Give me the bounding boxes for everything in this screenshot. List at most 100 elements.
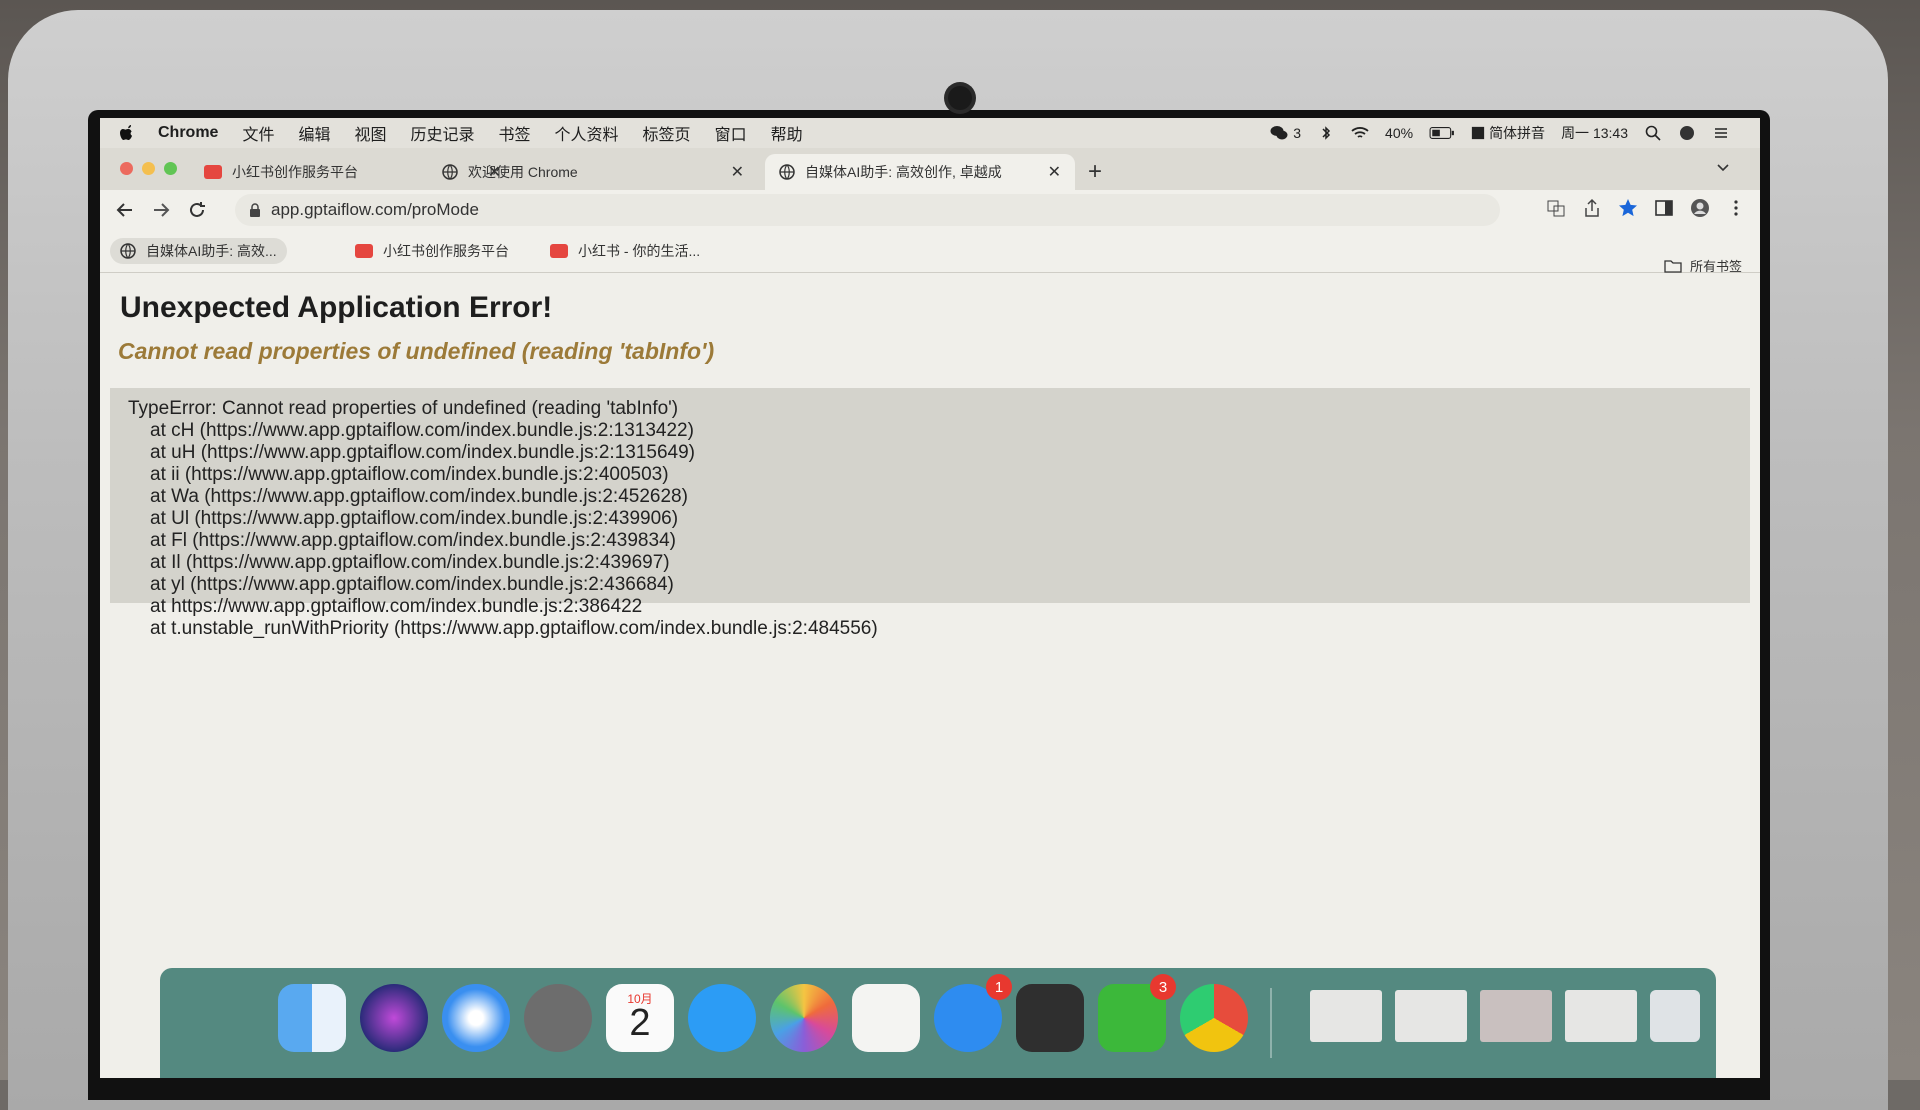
- bookmarks-bar: 自媒体AI助手: 高效... 小红书创作服务平台 小红书 - 你的生活... 所…: [100, 230, 1760, 274]
- stack-frame: at cH (https://www.app.gptaiflow.com/ind…: [150, 420, 694, 441]
- toolbar-actions: [1546, 198, 1746, 218]
- close-tab-icon[interactable]: ✕: [731, 162, 744, 182]
- folder-icon: [1664, 259, 1682, 273]
- window-controls: [120, 162, 177, 175]
- calendar-day: 2: [629, 1002, 651, 1044]
- globe-icon: [120, 243, 136, 259]
- bookmark-xiaohongshu-creator[interactable]: 小红书创作服务平台: [345, 238, 519, 264]
- menu-window[interactable]: 窗口: [715, 121, 747, 145]
- bookmark-label: 小红书 - 你的生活...: [578, 243, 701, 259]
- bookmark-xiaohongshu[interactable]: 小红书 - 你的生活...: [540, 238, 710, 264]
- profile-avatar-icon[interactable]: [1690, 198, 1710, 218]
- tab-strip: 小红书创作服务平台 ✕ 欢迎使用 Chrome ✕ 自媒体AI助手: 高效创作,…: [100, 148, 1760, 190]
- apple-icon[interactable]: [120, 124, 136, 142]
- bookmark-ai-assistant[interactable]: 自媒体AI助手: 高效...: [110, 238, 287, 264]
- safari-icon[interactable]: [442, 984, 510, 1052]
- minimized-window-thumbnail[interactable]: [1310, 990, 1382, 1042]
- error-subtitle: Cannot read properties of undefined (rea…: [118, 338, 715, 364]
- calendar-icon[interactable]: 10月 2: [606, 984, 674, 1052]
- webcam: [948, 86, 972, 110]
- stack-frame: at Fl (https://www.app.gptaiflow.com/ind…: [150, 530, 676, 551]
- control-center-icon[interactable]: [1678, 125, 1696, 141]
- wechat-status-icon: [1270, 126, 1288, 140]
- forward-arrow-icon[interactable]: [150, 199, 172, 221]
- system-settings-icon[interactable]: [1016, 984, 1084, 1052]
- battery-icon[interactable]: [1429, 125, 1455, 141]
- new-tab-button[interactable]: +: [1088, 158, 1102, 186]
- tab-title: 自媒体AI助手: 高效创作, 卓越成: [805, 164, 1002, 180]
- tab-title: 欢迎使用 Chrome: [468, 164, 578, 180]
- menu-bookmarks[interactable]: 书签: [499, 121, 531, 145]
- spotlight-icon[interactable]: [1644, 125, 1662, 141]
- wechat-status-count: 3: [1293, 125, 1302, 141]
- menu-profiles[interactable]: 个人资料: [555, 121, 619, 145]
- zoom-window-button[interactable]: [164, 162, 177, 175]
- browser-window: 小红书创作服务平台 ✕ 欢迎使用 Chrome ✕ 自媒体AI助手: 高效创作,…: [100, 148, 1760, 1078]
- menu-bar: Chrome 文件 编辑 视图 历史记录 书签 个人资料 标签页 窗口 帮助 3…: [100, 118, 1760, 148]
- address-bar[interactable]: app.gptaiflow.com/proMode: [235, 194, 1500, 226]
- close-window-button[interactable]: [120, 162, 133, 175]
- dock: 10月 2 1 3: [160, 968, 1716, 1078]
- reload-icon[interactable]: [186, 199, 208, 221]
- xiaohongshu-favicon: [550, 244, 568, 258]
- finder-icon[interactable]: [278, 984, 346, 1052]
- stack-frame: at t.unstable_runWithPriority (https://w…: [150, 618, 878, 639]
- menu-file[interactable]: 文件: [242, 121, 274, 145]
- clock[interactable]: 周一 13:43: [1561, 123, 1628, 143]
- share-icon[interactable]: [1582, 198, 1602, 218]
- menu-help[interactable]: 帮助: [771, 121, 803, 145]
- stack-frame: at Wa (https://www.app.gptaiflow.com/ind…: [150, 486, 688, 507]
- stack-frame: at Il (https://www.app.gptaiflow.com/ind…: [150, 552, 670, 573]
- app-store-badge: 1: [986, 974, 1012, 1000]
- stack-frame: at https://www.app.gptaiflow.com/index.b…: [150, 596, 643, 617]
- minimized-window-thumbnail[interactable]: [1565, 990, 1637, 1042]
- wechat-badge: 3: [1150, 974, 1176, 1000]
- chrome-icon[interactable]: [1180, 984, 1248, 1052]
- stack-frame: at ii (https://www.app.gptaiflow.com/ind…: [150, 464, 669, 485]
- menu-tabs[interactable]: 标签页: [643, 121, 691, 145]
- stack-frame: at yl (https://www.app.gptaiflow.com/ind…: [150, 574, 674, 595]
- input-method[interactable]: 简体拼音: [1471, 123, 1545, 143]
- menu-app-chrome[interactable]: Chrome: [158, 124, 218, 142]
- globe-icon: [779, 164, 795, 180]
- status-area: 3 40% 简体拼音 周一 13:43: [1270, 118, 1730, 148]
- xiaohongshu-favicon: [204, 165, 222, 179]
- close-tab-icon[interactable]: ✕: [1048, 162, 1061, 182]
- messages-icon[interactable]: [688, 984, 756, 1052]
- bluetooth-icon[interactable]: [1317, 125, 1335, 141]
- battery-percent: 40%: [1385, 125, 1414, 141]
- menu-edit[interactable]: 编辑: [298, 121, 330, 145]
- input-method-label: 简体拼音: [1489, 125, 1546, 141]
- stack-frame: at uH (https://www.app.gptaiflow.com/ind…: [150, 442, 695, 463]
- stack-frame: at Ul (https://www.app.gptaiflow.com/ind…: [150, 508, 679, 529]
- input-method-icon: [1471, 126, 1485, 140]
- siri-icon[interactable]: [360, 984, 428, 1052]
- lock-icon[interactable]: [249, 203, 261, 217]
- side-panel-icon[interactable]: [1654, 198, 1674, 218]
- back-arrow-icon[interactable]: [114, 199, 136, 221]
- minimize-window-button[interactable]: [142, 162, 155, 175]
- tab-search-chevron-icon[interactable]: [1716, 160, 1730, 174]
- tab-welcome-chrome[interactable]: 欢迎使用 Chrome ✕: [428, 154, 758, 190]
- translate-icon[interactable]: [1546, 198, 1566, 218]
- minimized-window-thumbnail[interactable]: [1480, 990, 1552, 1042]
- wechat-icon[interactable]: 3: [1098, 974, 1176, 1052]
- more-menu-icon[interactable]: [1726, 198, 1746, 218]
- menu-view[interactable]: 视图: [354, 121, 386, 145]
- menu-history[interactable]: 历史记录: [411, 121, 475, 145]
- photos-icon[interactable]: [770, 984, 838, 1052]
- page-content: Unexpected Application Error! Cannot rea…: [100, 273, 1760, 1078]
- trash-icon[interactable]: [1650, 990, 1700, 1042]
- app-store-icon[interactable]: 1: [934, 974, 1012, 1052]
- bookmark-star-icon[interactable]: [1618, 198, 1638, 218]
- bookmark-label: 小红书创作服务平台: [383, 243, 509, 259]
- wifi-icon[interactable]: [1351, 125, 1369, 141]
- wechat-status[interactable]: 3: [1270, 125, 1301, 141]
- numbers-icon[interactable]: [852, 984, 920, 1052]
- error-stack-trace: TypeError: Cannot read properties of und…: [110, 388, 1750, 639]
- error-title: Unexpected Application Error!: [120, 291, 553, 324]
- minimized-window-thumbnail[interactable]: [1395, 990, 1467, 1042]
- notification-center-icon[interactable]: [1712, 125, 1730, 141]
- tab-ai-assistant-active[interactable]: 自媒体AI助手: 高效创作, 卓越成 ✕: [765, 154, 1075, 190]
- launchpad-icon[interactable]: [524, 984, 592, 1052]
